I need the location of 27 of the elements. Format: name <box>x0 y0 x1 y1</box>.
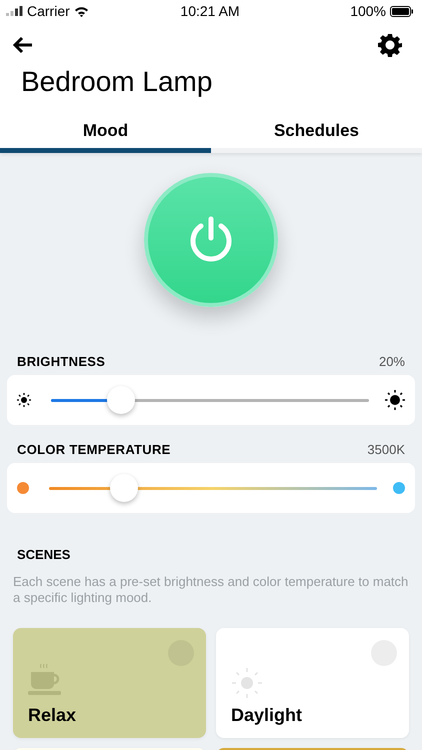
section-label: BRIGHTNESS <box>17 354 106 368</box>
brightness-reading: 20% <box>378 354 405 368</box>
scene-card[interactable]: Daylight <box>216 628 409 738</box>
sun-icon <box>231 667 263 699</box>
battery-icon <box>390 6 414 16</box>
cool-dot-icon <box>393 482 405 494</box>
back-arrow-icon[interactable] <box>12 36 34 54</box>
slider-thumb[interactable] <box>106 386 135 414</box>
power-icon <box>188 216 234 264</box>
section-label: SCENES <box>16 546 72 562</box>
tab[interactable]: Schedules <box>211 108 422 153</box>
warm-dot-icon <box>17 482 29 494</box>
page-title: Bedroom Lamp <box>21 65 214 99</box>
carrier-name: Carrier <box>27 3 70 19</box>
scene-card[interactable]: Relax <box>13 628 206 738</box>
temperature-reading: 3500K <box>367 442 405 456</box>
scenes-description: Each scene has a pre-set brightness and color temperature to match a specific lighting mood. <box>13 574 409 606</box>
wifi-icon <box>74 6 89 16</box>
large-sun-icon <box>385 390 405 410</box>
battery-percent: 100% <box>350 3 386 19</box>
signal-icon <box>6 6 23 16</box>
settings-icon[interactable] <box>378 33 402 57</box>
slider-thumb[interactable] <box>110 474 138 502</box>
status-time: 10:21 AM <box>180 3 240 19</box>
section-label: COLOR TEMPERATURE <box>17 442 171 456</box>
small-sun-icon <box>17 393 31 407</box>
tab[interactable]: Mood <box>0 108 211 153</box>
